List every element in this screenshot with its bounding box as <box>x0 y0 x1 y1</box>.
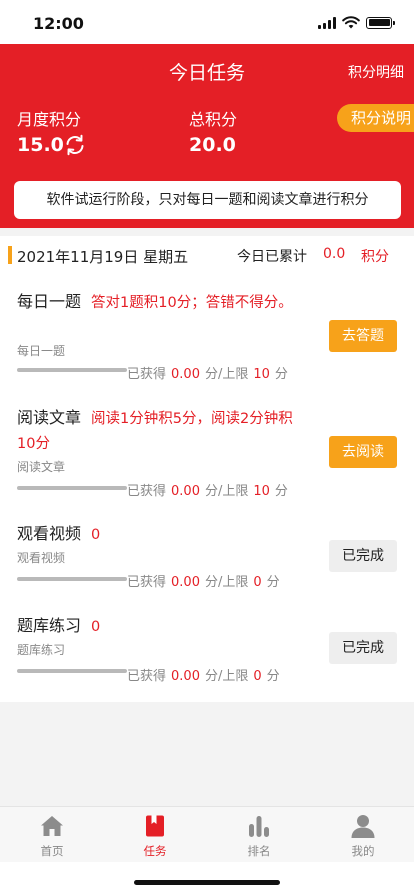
task-progress-text: 已获得 0.00 分/上限 0 分 <box>127 575 280 590</box>
today-total-value: 0.0 <box>323 246 346 262</box>
tab-home[interactable]: 首页 <box>17 813 87 859</box>
task-title: 每日一题 答对1题积10分；答错不得分。 <box>17 290 307 315</box>
tab-profile[interactable]: 我的 <box>328 813 398 859</box>
current-date: 2021年11月19日 星期五 <box>17 248 189 266</box>
notice-banner: 软件试运行阶段，只对每日一题和阅读文章进行积分 <box>14 181 401 219</box>
task-progress-bar <box>17 368 127 372</box>
bottom-tab-bar: 首页 任务 排名 我的 <box>0 806 414 862</box>
home-icon <box>41 816 63 836</box>
task-question-bank: 题库练习 0 题库练习 已获得 0.00 分/上限 0 分 已完成 <box>0 614 414 684</box>
task-rule: 答对1题积10分；答错不得分。 <box>91 295 293 311</box>
task-subtitle: 每日一题 <box>17 344 66 358</box>
task-rule: 0 <box>91 619 101 635</box>
tab-tasks[interactable]: 任务 <box>120 813 190 859</box>
status-time: 12:00 <box>33 14 84 33</box>
total-points-label: 总积分 <box>189 110 238 129</box>
refresh-icon[interactable] <box>63 133 87 157</box>
status-icons <box>318 16 395 29</box>
date-accent-bar <box>8 246 12 264</box>
total-points-value: 20.0 <box>189 134 236 156</box>
tab-ranking[interactable]: 排名 <box>224 813 294 859</box>
task-progress-text: 已获得 0.00 分/上限 10 分 <box>127 484 288 499</box>
task-subtitle: 观看视频 <box>17 551 66 565</box>
battery-icon <box>366 16 395 29</box>
today-total-unit: 积分 <box>361 249 389 265</box>
user-icon <box>351 815 375 838</box>
go-answer-button[interactable]: 去答题 <box>329 320 397 352</box>
task-read-article: 阅读文章 阅读1分钟积5分，阅读2分钟积10分 阅读文章 已获得 0.00 分/上限 1… <box>0 406 414 506</box>
task-title: 题库练习 0 <box>17 614 307 639</box>
go-read-button[interactable]: 去阅读 <box>329 436 397 468</box>
task-name: 阅读文章 <box>17 408 82 427</box>
cellular-signal-icon <box>318 16 336 29</box>
completed-button[interactable]: 已完成 <box>329 632 397 664</box>
monthly-points-value: 15.0 <box>17 134 64 156</box>
task-book-icon <box>146 815 164 837</box>
content-bottom-area <box>0 702 414 806</box>
task-name: 每日一题 <box>17 292 82 311</box>
task-progress-bar <box>17 669 127 673</box>
tab-label: 我的 <box>351 844 375 858</box>
task-title: 观看视频 0 <box>17 522 307 547</box>
task-subtitle: 阅读文章 <box>17 460 66 474</box>
task-subtitle: 题库练习 <box>17 643 66 657</box>
section-divider <box>0 228 414 236</box>
today-total-label: 今日已累计 <box>237 249 307 265</box>
monthly-points-label: 月度积分 <box>17 110 82 129</box>
task-rule: 0 <box>91 527 101 543</box>
task-name: 观看视频 <box>17 524 82 543</box>
home-indicator <box>134 880 280 885</box>
points-detail-link[interactable]: 积分明细 <box>348 62 404 82</box>
task-progress-bar <box>17 486 127 490</box>
task-progress-bar <box>17 577 127 581</box>
header: 今日任务 积分明细 月度积分 15.0 总积分 20.0 积分说明 软件试运行阶… <box>0 44 414 228</box>
task-watch-video: 观看视频 0 观看视频 已获得 0.00 分/上限 0 分 已完成 <box>0 522 414 592</box>
completed-button[interactable]: 已完成 <box>329 540 397 572</box>
task-name: 题库练习 <box>17 616 82 635</box>
task-progress-text: 已获得 0.00 分/上限 10 分 <box>127 367 288 382</box>
task-title: 阅读文章 阅读1分钟积5分，阅读2分钟积10分 <box>17 406 307 456</box>
tab-label: 任务 <box>143 844 167 858</box>
tab-label: 首页 <box>40 844 64 858</box>
tab-label: 排名 <box>247 844 271 858</box>
daily-summary-row: 2021年11月19日 星期五 今日已累计 0.0 积分 <box>0 236 414 278</box>
ranking-bars-icon <box>249 816 269 837</box>
task-progress-text: 已获得 0.00 分/上限 0 分 <box>127 669 280 684</box>
task-daily-question: 每日一题 答对1题积10分；答错不得分。 每日一题 已获得 0.00 分/上限 10 分 … <box>0 290 414 390</box>
wifi-icon <box>342 16 360 29</box>
points-help-button[interactable]: 积分说明 <box>337 104 414 132</box>
status-bar: 12:00 <box>0 0 414 44</box>
